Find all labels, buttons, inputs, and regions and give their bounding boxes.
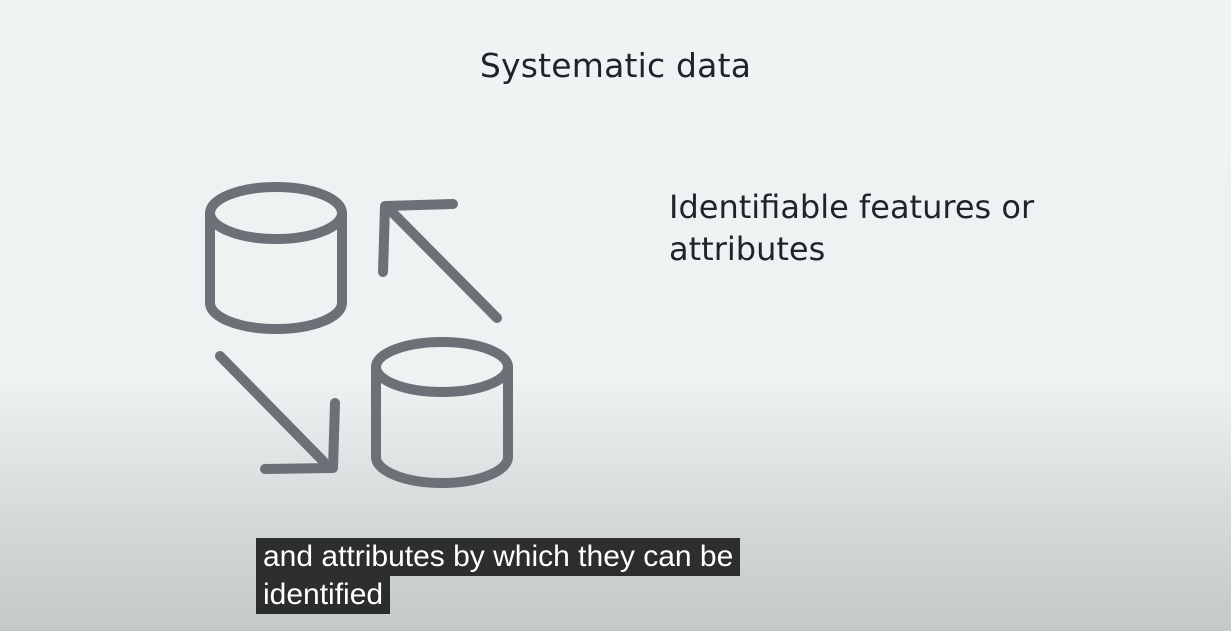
caption-line-2: identified [256, 576, 391, 614]
database-icon-bottom [371, 337, 513, 488]
arrow-down-right-icon [215, 351, 340, 474]
subtitle-caption: and attributes by which they can be iden… [256, 538, 741, 614]
database-icon-top [205, 182, 347, 334]
caption-line-1: and attributes by which they can be [256, 538, 741, 576]
arrow-up-left-icon [378, 199, 502, 323]
data-exchange-illustration [205, 182, 513, 488]
